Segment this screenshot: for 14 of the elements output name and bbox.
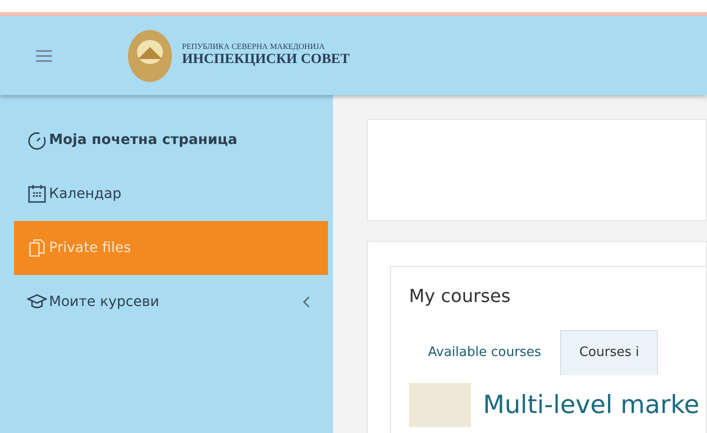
course-link[interactable]: Multi-level marke — [483, 386, 700, 424]
menu-icon[interactable] — [36, 50, 52, 62]
course-image-placeholder — [409, 382, 471, 426]
files-icon — [27, 238, 47, 258]
logo-subtitle: РЕПУБЛИКА СЕВЕРНА МАКЕДОНИЈА — [182, 43, 326, 52]
sidebar-item[interactable]: Моја почетна страница — [14, 113, 328, 167]
emblem-icon — [126, 28, 174, 82]
dashboard-icon — [27, 130, 47, 150]
logo-title: ИНСПЕКЦИСКИ СОВЕТ — [182, 52, 350, 68]
sidebar-item[interactable]: Календар — [14, 167, 328, 221]
sidebar-item[interactable]: Моите курсеви — [14, 275, 328, 329]
calendar-icon — [27, 184, 47, 204]
block-title: My courses — [409, 285, 512, 309]
tab[interactable]: Courses i — [560, 330, 658, 374]
